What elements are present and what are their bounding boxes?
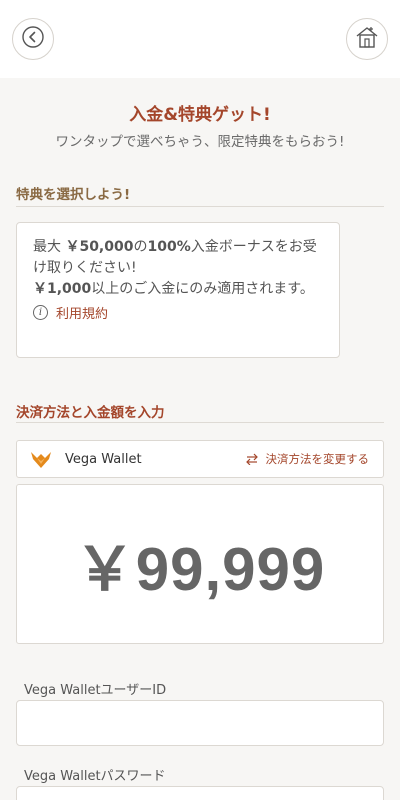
user-id-input[interactable] — [16, 700, 384, 746]
password-input[interactable] — [16, 786, 384, 800]
page-subtitle: ワンタップで選べちゃう、限定特典をもらおう! — [55, 134, 345, 150]
terms-link[interactable]: i 利用規約 — [33, 303, 323, 322]
bonus-section-title: 特典を選択しよう! — [16, 187, 131, 203]
bonus-min-deposit: ￥1,000 — [33, 281, 92, 297]
top-bar — [0, 0, 400, 78]
swap-arrows-icon — [245, 453, 258, 465]
chevron-left-icon — [21, 25, 45, 53]
user-id-label: Vega WalletユーザーID — [24, 683, 167, 698]
page-title: 入金&特典ゲット! — [129, 105, 271, 125]
bonus-max-amount: ￥50,000 — [65, 239, 134, 255]
payment-method-name: Vega Wallet — [65, 451, 142, 467]
section-divider — [16, 206, 384, 207]
password-label: Vega Walletパスワード — [24, 769, 166, 784]
terms-label: 利用規約 — [56, 307, 109, 322]
payment-method-bar: Vega Wallet 決済方法を変更する — [16, 440, 384, 478]
deposit-amount-value: ￥99,999 — [74, 535, 326, 603]
bonus-description: 最大 ￥50,000の100%入金ボーナスをお受け取りください! ￥1,000以… — [33, 239, 317, 297]
change-method-button[interactable]: 決済方法を変更する — [245, 451, 370, 467]
deposit-amount-input[interactable]: ￥99,999 — [16, 484, 384, 644]
change-method-label: 決済方法を変更する — [265, 452, 370, 466]
vega-wallet-logo — [29, 448, 53, 470]
section-divider — [16, 422, 384, 423]
back-button[interactable] — [12, 18, 54, 60]
bonus-option-card[interactable]: 最大 ￥50,000の100%入金ボーナスをお受け取りください! ￥1,000以… — [16, 222, 340, 358]
bonus-percent: 100% — [147, 239, 191, 255]
info-icon: i — [33, 305, 48, 320]
home-button[interactable] — [346, 18, 388, 60]
payment-section-title: 決済方法と入金額を入力 — [16, 405, 165, 421]
home-icon — [354, 24, 380, 54]
